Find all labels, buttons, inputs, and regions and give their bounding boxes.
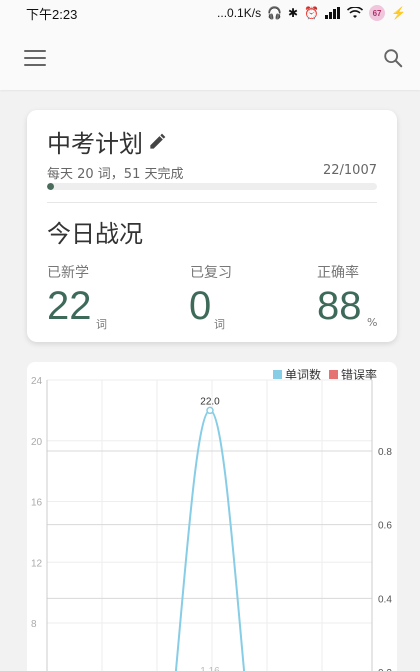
data-point-peak <box>206 406 214 415</box>
stat-label-new: 已新学 <box>47 265 89 281</box>
line-chart: 2420161280.80.60.40.222.01.16 <box>31 376 392 671</box>
plan-progress-text: 22/1007 <box>322 163 377 178</box>
plan-title-row: 中考计划 <box>47 124 167 159</box>
y-tick-label-right: 0.4 <box>378 594 392 605</box>
plan-title: 中考计划 <box>47 130 143 158</box>
data-label-partial: 1.16 <box>200 666 220 671</box>
signal-icon <box>325 7 341 19</box>
y-tick-label-left: 20 <box>31 437 43 448</box>
y-tick-label-left: 16 <box>31 498 43 509</box>
alarm-icon: ⏰ <box>304 6 320 20</box>
stat-unit-review: 词 <box>214 318 225 331</box>
stat-label-review: 已复习 <box>190 265 232 281</box>
status-bar: 下午2:23 ...0.1K/s 🎧 ✱ ⏰ 67 ⚡ <box>0 0 420 26</box>
app-bar <box>0 26 420 90</box>
wifi-icon <box>347 7 364 18</box>
status-icons: ...0.1K/s 🎧 ✱ ⏰ 67 ⚡ <box>217 5 406 21</box>
charging-icon: ⚡ <box>391 6 406 20</box>
plan-progress-fill <box>47 183 55 190</box>
y-tick-label-right: 0.6 <box>378 521 392 532</box>
data-label-peak: 22.0 <box>200 396 220 407</box>
edit-icon[interactable] <box>147 132 167 152</box>
stat-unit-new: 词 <box>96 318 107 331</box>
y-tick-label-right: 0.8 <box>378 447 392 458</box>
stat-unit-accuracy: % <box>367 316 378 329</box>
stat-value-review: 0 <box>189 284 212 328</box>
menu-icon[interactable] <box>24 50 46 66</box>
y-tick-label-left: 12 <box>31 558 43 569</box>
status-time: 下午2:23 <box>26 6 78 22</box>
chart-card: 单词数 错误率 2420161280.80.60.40.222.01.16 <box>27 362 397 671</box>
plan-card: 中考计划 每天 20 词，51 天完成 22/1007 今日战况 已新学 22 … <box>27 110 397 342</box>
today-title: 今日战况 <box>47 220 143 248</box>
stat-label-accuracy: 正确率 <box>317 265 359 281</box>
stat-value-accuracy: 88 <box>317 284 362 328</box>
headphones-icon: 🎧 <box>267 6 283 20</box>
y-tick-label-left: 24 <box>31 376 43 387</box>
y-tick-label-left: 8 <box>31 619 37 630</box>
plan-progress-bar <box>47 183 377 190</box>
battery-icon: 67 <box>369 5 386 21</box>
stat-value-new: 22 <box>47 284 92 328</box>
plan-subtitle: 每天 20 词，51 天完成 <box>47 167 184 182</box>
network-speed: ...0.1K/s <box>217 6 262 20</box>
bluetooth-icon: ✱ <box>288 6 299 20</box>
divider <box>47 202 377 203</box>
search-icon[interactable] <box>382 47 404 69</box>
series-line-words <box>174 409 246 671</box>
